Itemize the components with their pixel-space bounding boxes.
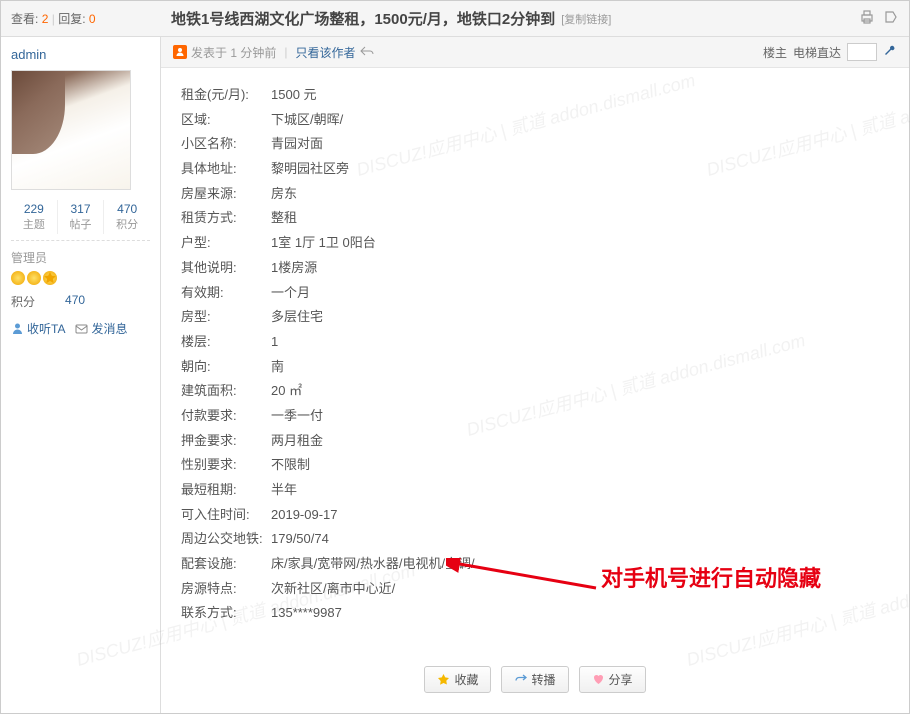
stat-credits[interactable]: 470 积分 <box>103 200 150 234</box>
info-row: 户型:1室 1厅 1卫 0阳台 <box>181 231 889 256</box>
elevator-input[interactable] <box>847 43 877 61</box>
annotation-text: 对手机号进行自动隐藏 <box>601 558 821 600</box>
info-value: 下城区/朝晖/ <box>271 108 889 133</box>
next-icon[interactable] <box>883 9 899 28</box>
info-value: 黎明园社区旁 <box>271 157 889 182</box>
info-label: 具体地址: <box>181 157 271 182</box>
info-row: 有效期:一个月 <box>181 281 889 306</box>
info-row: 朝向:南 <box>181 355 889 380</box>
info-label: 房源特点: <box>181 577 271 602</box>
info-label: 房屋来源: <box>181 182 271 207</box>
info-row: 付款要求:一季一付 <box>181 404 889 429</box>
info-value: 多层住宅 <box>271 305 889 330</box>
thread-header: 查看: 2 | 回复: 0 地铁1号线西湖文化广场整租，1500元/月，地铁口2… <box>1 1 909 37</box>
author-badge-icon <box>173 45 187 59</box>
info-label: 房型: <box>181 305 271 330</box>
info-label: 有效期: <box>181 281 271 306</box>
info-row: 周边公交地铁:179/50/74 <box>181 527 889 552</box>
message-button[interactable]: 发消息 <box>75 320 127 337</box>
info-row: 楼层:1 <box>181 330 889 355</box>
back-icon[interactable] <box>360 45 374 60</box>
info-row: 租赁方式:整租 <box>181 206 889 231</box>
info-row: 联系方式:135****9987 <box>181 601 889 626</box>
info-label: 付款要求: <box>181 404 271 429</box>
info-label: 周边公交地铁: <box>181 527 271 552</box>
post-meta-bar: 发表于 1 分钟前 | 只看该作者 楼主 电梯直达 <box>161 37 909 68</box>
info-row: 房型:多层住宅 <box>181 305 889 330</box>
post-content: 发表于 1 分钟前 | 只看该作者 楼主 电梯直达 DISCUZ!应用中心 | … <box>161 37 909 713</box>
info-row: 最短租期:半年 <box>181 478 889 503</box>
credit-row: 积分 470 <box>11 293 150 310</box>
post-body: DISCUZ!应用中心 | 贰道 addon.dismall.com DISCU… <box>161 68 909 656</box>
info-label: 租金(元/月): <box>181 83 271 108</box>
print-icon[interactable] <box>859 9 875 28</box>
thread-stats: 查看: 2 | 回复: 0 <box>1 10 161 27</box>
info-value: 青园对面 <box>271 132 889 157</box>
info-row: 租金(元/月):1500 元 <box>181 83 889 108</box>
info-label: 联系方式: <box>181 601 271 626</box>
author-stats: 229 主题 317 帖子 470 积分 <box>11 200 150 241</box>
info-value: 1室 1厅 1卫 0阳台 <box>271 231 889 256</box>
info-value: 1 <box>271 330 889 355</box>
wrench-icon[interactable] <box>883 44 897 61</box>
info-row: 建筑面积:20 ㎡ <box>181 379 889 404</box>
info-label: 配套设施: <box>181 552 271 577</box>
info-label: 其他说明: <box>181 256 271 281</box>
info-value: 半年 <box>271 478 889 503</box>
stat-posts[interactable]: 317 帖子 <box>57 200 104 234</box>
info-label: 小区名称: <box>181 132 271 157</box>
info-row: 小区名称:青园对面 <box>181 132 889 157</box>
info-value: 20 ㎡ <box>271 379 889 404</box>
avatar[interactable] <box>11 70 131 190</box>
info-row: 具体地址:黎明园社区旁 <box>181 157 889 182</box>
info-value: 179/50/74 <box>271 527 889 552</box>
info-label: 户型: <box>181 231 271 256</box>
medal-icon <box>11 271 25 285</box>
repost-button[interactable]: 转播 <box>501 666 568 693</box>
info-label: 建筑面积: <box>181 379 271 404</box>
medal-icon <box>27 271 41 285</box>
info-value: 一季一付 <box>271 404 889 429</box>
info-label: 楼层: <box>181 330 271 355</box>
info-row: 区域:下城区/朝晖/ <box>181 108 889 133</box>
favorite-button[interactable]: 收藏 <box>424 666 491 693</box>
info-value: 整租 <box>271 206 889 231</box>
only-author-link[interactable]: 只看该作者 <box>296 44 356 61</box>
info-value: 不限制 <box>271 453 889 478</box>
author-sidebar: admin 229 主题 317 帖子 470 积分 管理员 <box>1 37 161 713</box>
info-value: 2019-09-17 <box>271 503 889 528</box>
info-value: 135****9987 <box>271 601 889 626</box>
info-value: 两月租金 <box>271 429 889 454</box>
star-icon <box>43 271 57 285</box>
info-value: 1500 元 <box>271 83 889 108</box>
info-value: 1楼房源 <box>271 256 889 281</box>
info-row: 性别要求:不限制 <box>181 453 889 478</box>
post-actions: 收藏 转播 分享 <box>161 656 909 713</box>
info-value: 房东 <box>271 182 889 207</box>
share-button[interactable]: 分享 <box>579 666 646 693</box>
info-value: 南 <box>271 355 889 380</box>
info-row: 其他说明:1楼房源 <box>181 256 889 281</box>
follow-button[interactable]: 收听TA <box>11 320 65 337</box>
info-row: 可入住时间:2019-09-17 <box>181 503 889 528</box>
info-label: 朝向: <box>181 355 271 380</box>
info-value: 一个月 <box>271 281 889 306</box>
info-label: 区域: <box>181 108 271 133</box>
info-label: 最短租期: <box>181 478 271 503</box>
info-row: 押金要求:两月租金 <box>181 429 889 454</box>
username-link[interactable]: admin <box>11 47 150 62</box>
copy-link[interactable]: [复制链接] <box>561 11 611 27</box>
thread-title: 地铁1号线西湖文化广场整租，1500元/月，地铁口2分钟到 [复制链接] <box>161 8 849 29</box>
info-label: 性别要求: <box>181 453 271 478</box>
elevator-label: 电梯直达 <box>793 44 841 61</box>
info-label: 可入住时间: <box>181 503 271 528</box>
user-rank: 管理员 <box>11 249 150 266</box>
stat-threads[interactable]: 229 主题 <box>11 200 57 234</box>
floor-label[interactable]: 楼主 <box>763 44 787 61</box>
info-label: 押金要求: <box>181 429 271 454</box>
info-label: 租赁方式: <box>181 206 271 231</box>
info-row: 房屋来源:房东 <box>181 182 889 207</box>
medals <box>11 271 150 285</box>
